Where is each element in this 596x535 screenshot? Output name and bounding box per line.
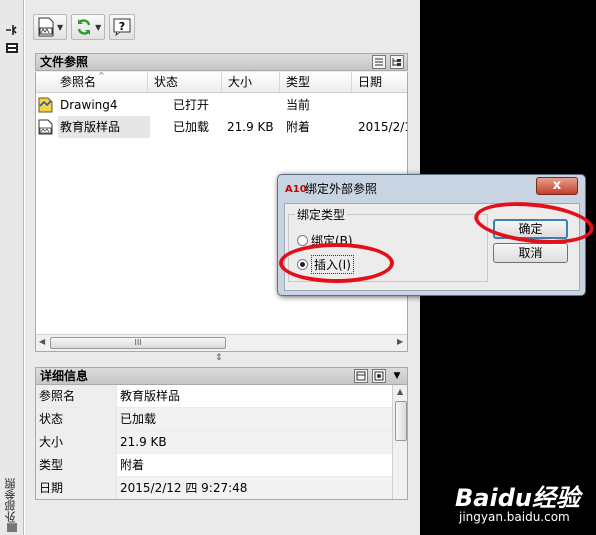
sort-ascending-icon: ^ bbox=[98, 72, 105, 80]
scrollbar-thumb[interactable]: III bbox=[50, 337, 226, 349]
reference-name: 教育版样品 bbox=[60, 120, 121, 134]
reference-type: 当前 bbox=[286, 98, 311, 112]
column-header-name[interactable]: 参照名 ^ bbox=[36, 72, 148, 93]
reference-row[interactable]: 教育版样品 已加载 21.9 KB 附着 2015/2/1 bbox=[36, 116, 408, 138]
refresh-button[interactable]: ▼ bbox=[71, 14, 106, 40]
watermark-url: jingyan.baidu.com bbox=[459, 510, 570, 524]
detail-value[interactable]: 教育版样品 bbox=[120, 385, 180, 407]
scroll-up-icon[interactable]: ▲ bbox=[397, 387, 403, 396]
radio-off-icon[interactable] bbox=[297, 234, 308, 246]
collapse-icon[interactable]: ▼ bbox=[390, 369, 404, 383]
column-header-type[interactable]: 类型 bbox=[280, 72, 352, 93]
detail-value: 已加载 bbox=[120, 412, 157, 426]
palette-side-label: 外部参照 bbox=[4, 478, 17, 522]
detail-row: 大小 21.9 KB bbox=[36, 431, 392, 454]
refresh-icon bbox=[77, 19, 91, 35]
details-header[interactable]: 详细信息 ▼ bbox=[35, 367, 408, 385]
dwg-file-icon bbox=[38, 119, 53, 135]
column-header-date[interactable]: 日期 bbox=[352, 72, 407, 93]
column-headers: 参照名 ^ 状态 大小 类型 日期 bbox=[36, 72, 407, 93]
file-references-title: 文件参照 bbox=[40, 55, 89, 69]
palette-toolbar: ▼ ▼ ? bbox=[33, 14, 136, 40]
detail-value: 2015/2/12 四 9:27:48 bbox=[120, 481, 248, 495]
horizontal-scrollbar[interactable]: ◀ III ▶ bbox=[36, 334, 407, 351]
palette-menu-icon[interactable] bbox=[5, 521, 19, 533]
cancel-button[interactable]: 取消 bbox=[493, 243, 568, 263]
reference-row[interactable]: Drawing4 已打开 当前 bbox=[36, 94, 407, 116]
reference-status: 已打开 bbox=[173, 98, 210, 112]
detail-key: 状态 bbox=[39, 412, 64, 426]
details-view-icon[interactable] bbox=[354, 369, 368, 383]
scrollbar-thumb[interactable] bbox=[395, 401, 407, 441]
detail-row: 日期 2015/2/12 四 9:27:48 bbox=[36, 477, 392, 499]
svg-text:?: ? bbox=[119, 20, 125, 33]
column-header-status[interactable]: 状态 bbox=[148, 72, 222, 93]
properties-icon[interactable] bbox=[5, 42, 19, 54]
annotation-circle-insert bbox=[279, 243, 394, 283]
reference-date: 2015/2/1 bbox=[358, 120, 408, 134]
panel-splitter-grip[interactable]: ⇕ bbox=[215, 353, 223, 363]
detail-row: 状态 已加载 bbox=[36, 408, 392, 431]
detail-row: 参照名 教育版样品 bbox=[36, 385, 392, 408]
help-button[interactable]: ? bbox=[109, 14, 136, 40]
preview-view-icon[interactable] bbox=[372, 369, 386, 383]
autocad-logo-icon: A10 bbox=[285, 184, 307, 195]
detail-key: 大小 bbox=[39, 435, 64, 449]
dialog-titlebar[interactable]: A10 绑定外部参照 bbox=[285, 179, 377, 199]
detail-row: 类型 附着 bbox=[36, 454, 392, 477]
auto-hide-icon[interactable] bbox=[5, 24, 19, 36]
column-header-size[interactable]: 大小 bbox=[222, 72, 280, 93]
list-view-icon[interactable] bbox=[372, 55, 386, 69]
chevron-down-icon[interactable]: ▼ bbox=[95, 23, 101, 32]
watermark-logo: Baidu经验 bbox=[455, 484, 580, 512]
detail-value[interactable]: 附着 bbox=[120, 454, 144, 476]
chevron-down-icon[interactable]: ▼ bbox=[57, 23, 63, 32]
reference-status: 已加载 bbox=[173, 120, 210, 134]
attach-dwg-icon bbox=[38, 17, 54, 37]
reference-type: 附着 bbox=[286, 120, 311, 134]
tree-view-icon[interactable] bbox=[390, 55, 404, 69]
palette-side-strip: 外部参照 bbox=[0, 0, 24, 535]
baidu-watermark: Baidu经验 jingyan.baidu.com bbox=[455, 478, 590, 528]
scroll-left-icon[interactable]: ◀ bbox=[39, 337, 45, 346]
detail-key: 参照名 bbox=[39, 389, 76, 403]
detail-key: 日期 bbox=[39, 481, 64, 495]
detail-key: 类型 bbox=[39, 458, 64, 472]
vertical-scrollbar[interactable]: ▲ bbox=[392, 385, 407, 499]
scroll-right-icon[interactable]: ▶ bbox=[397, 337, 403, 346]
file-references-header[interactable]: 文件参照 bbox=[35, 53, 408, 71]
reference-name: Drawing4 bbox=[60, 98, 118, 112]
bind-type-label: 绑定类型 bbox=[295, 206, 348, 223]
details-title: 详细信息 bbox=[40, 369, 89, 383]
drawing-file-icon bbox=[38, 97, 53, 113]
close-button[interactable]: x bbox=[536, 177, 578, 195]
detail-value: 21.9 KB bbox=[120, 435, 167, 449]
attach-dwg-button[interactable]: ▼ bbox=[33, 14, 68, 40]
reference-size: 21.9 KB bbox=[227, 120, 274, 134]
dialog-title: 绑定外部参照 bbox=[305, 182, 378, 196]
help-icon: ? bbox=[113, 18, 131, 36]
details-grid: 参照名 教育版样品 状态 已加载 大小 21.9 KB 类型 附着 日期 201… bbox=[35, 385, 408, 500]
